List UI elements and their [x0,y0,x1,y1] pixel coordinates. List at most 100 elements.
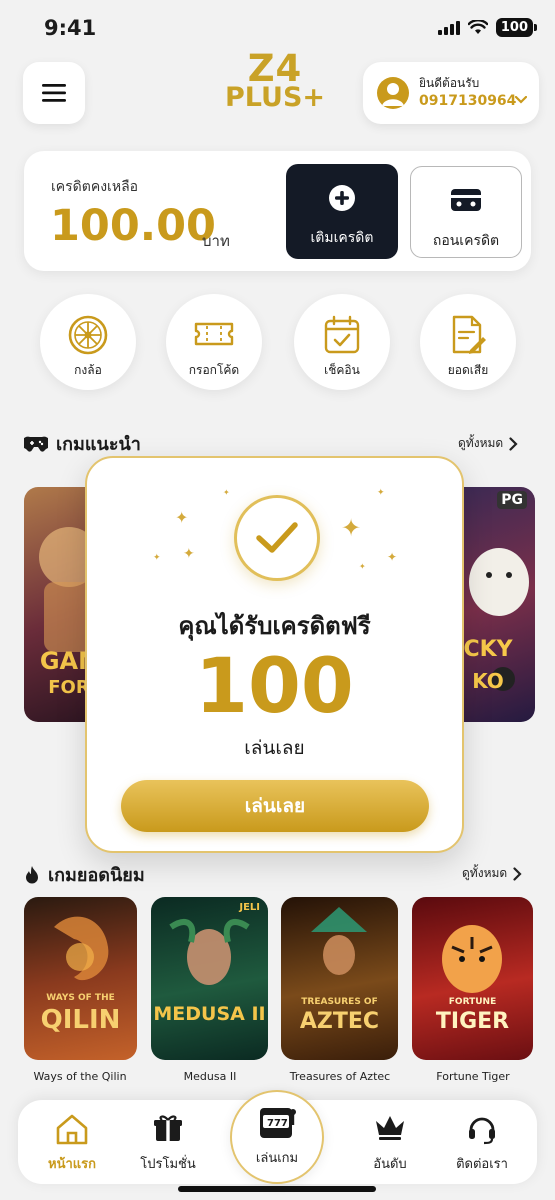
card-art-text: QILIN [40,1005,121,1035]
check-icon [256,522,298,553]
see-all-label: ดูทั้งหมด [458,436,504,450]
quick-action-code[interactable]: กรอกโค้ด [166,294,262,390]
provider-badge: PG [497,491,527,509]
plus-circle-icon [329,185,355,211]
card-art-small-text: FORTUNE [448,997,497,1007]
nav-label: เล่นเกม [255,1151,299,1166]
crown-icon [376,1116,404,1140]
see-all-label: ดูทั้งหมด [462,866,508,880]
menu-button[interactable] [23,62,85,124]
recommended-title: เกมแนะนำ [24,429,141,458]
user-icon [382,83,404,106]
quick-action-label: ยอดเสีย [447,363,489,377]
wifi-icon [467,20,488,34]
popular-game-card[interactable]: WAYS OF THE QILIN [24,897,137,1060]
card-art-small-text: TREASURES OF [301,997,378,1007]
signal-icon [437,20,460,35]
sparkle-icon: ✦ [387,550,398,564]
game-art [169,919,250,985]
withdraw-label: ถอนเครดิต [432,233,500,249]
modal-subtitle: เล่นเลย [244,737,305,759]
nav-label: ติดต่อเรา [456,1157,508,1172]
avatar [377,77,409,109]
home-indicator [178,1186,376,1192]
logo-line1: Z4 [247,47,303,90]
quick-action-loss[interactable]: ยอดเสีย [420,294,516,390]
app-logo: Z4 PLUS+ [220,47,330,114]
nav-item-ranking[interactable]: อันดับ [340,1100,440,1184]
play-now-button[interactable]: เล่นเลย [121,780,429,832]
quick-action-label: กรอกโค้ด [188,363,240,377]
game-name: Fortune Tiger [436,1070,510,1083]
sparkle-icon: ✦ [175,508,189,527]
wheel-icon [68,315,108,355]
game-art [442,925,502,993]
popular-game-card[interactable]: JELI MEDUSA II [151,897,268,1060]
card-art-small-text: WAYS OF THE [46,993,115,1003]
chevron-down-icon[interactable] [515,96,527,104]
nav-item-contact[interactable]: ติดต่อเรา [432,1100,532,1184]
chevron-right-icon [513,866,522,881]
credit-balance-card: เครดิตคงเหลือ 100.00 บาท เติมเครดิต ถอนเ… [24,151,531,271]
sparkle-icon: ✦ [223,488,230,497]
nav-label: อันดับ [373,1157,407,1172]
welcome-text: ยินดีต้อนรับ [419,76,480,90]
quick-action-checkin[interactable]: เช็คอิน [294,294,390,390]
battery-icon: 100 [495,18,538,37]
wallet-icon [451,189,481,211]
free-credit-modal: ✦ ✦ ✦ ✦ ✦ ✦ ✦ ✦ คุณได้รับเครดิตฟรี 100 เ… [85,456,464,853]
withdraw-button[interactable]: ถอนเครดิต [410,166,522,258]
modal-title: คุณได้รับเครดิตฟรี [178,612,371,640]
recommended-see-all[interactable]: ดูทั้งหมด [458,434,518,453]
hamburger-icon [42,84,66,102]
headset-icon [469,1117,495,1145]
nav-label: โปรโมชั่น [140,1157,196,1172]
sparkle-icon: ✦ [341,514,362,542]
credit-unit: บาท [202,232,230,250]
game-name: Ways of the Qilin [33,1070,127,1083]
document-edit-icon [452,315,486,354]
ticket-icon [194,322,234,346]
sparkle-icon: ✦ [153,553,161,563]
nav-label: หน้าแรก [48,1157,96,1172]
calendar-check-icon [324,315,360,354]
sparkle-icon: ✦ [377,488,385,498]
popular-game-card[interactable]: TREASURES OF AZTEC [281,897,398,1060]
credit-amount: 100.00 [50,201,216,251]
svg-text:777: 777 [267,1118,288,1129]
card-art-text: MEDUSA II [153,1003,266,1025]
gamepad-icon [24,436,48,452]
quick-action-wheel[interactable]: กงล้อ [40,294,136,390]
chevron-right-icon [509,436,518,451]
popular-title: เกมยอดนิยม [24,860,145,889]
nav-item-home[interactable]: หน้าแรก [22,1100,122,1184]
game-art [311,907,367,975]
modal-credit-amount: 100 [195,641,354,730]
status-time: 9:41 [44,16,97,40]
credit-label: เครดิตคงเหลือ [51,179,139,195]
sparkle-icon: ✦ [183,546,195,562]
popular-see-all[interactable]: ดูทั้งหมด [462,864,522,883]
card-art-small-text: JELI [239,902,260,913]
card-art-text: TIGER [435,1009,510,1034]
deposit-button[interactable]: เติมเครดิต [286,164,398,259]
quick-action-label: กงล้อ [74,363,102,377]
status-icons: 100 [437,18,538,37]
popular-game-card[interactable]: FORTUNE TIGER [412,897,533,1060]
user-phone: 0917130964 [419,93,517,109]
nav-item-play-game[interactable]: 777 เล่นเกม [230,1090,324,1184]
fire-icon [26,865,38,883]
nav-item-promotion[interactable]: โปรโมชั่น [118,1100,218,1184]
deposit-label: เติมเครดิต [310,230,374,246]
slot-machine-icon: 777 [260,1108,296,1138]
home-icon [56,1114,88,1145]
game-name: Medusa II [183,1070,237,1083]
user-account-card[interactable]: ยินดีต้อนรับ 0917130964 [363,62,539,124]
quick-action-label: เช็คอิน [324,363,360,377]
game-art [54,916,109,981]
card-art-text: AZTEC [299,1009,380,1034]
popular-title-text: เกมยอดนิยม [48,865,145,886]
gift-icon [154,1115,182,1141]
logo-line2: PLUS+ [224,82,326,114]
sparkle-icon: ✦ [359,562,366,571]
